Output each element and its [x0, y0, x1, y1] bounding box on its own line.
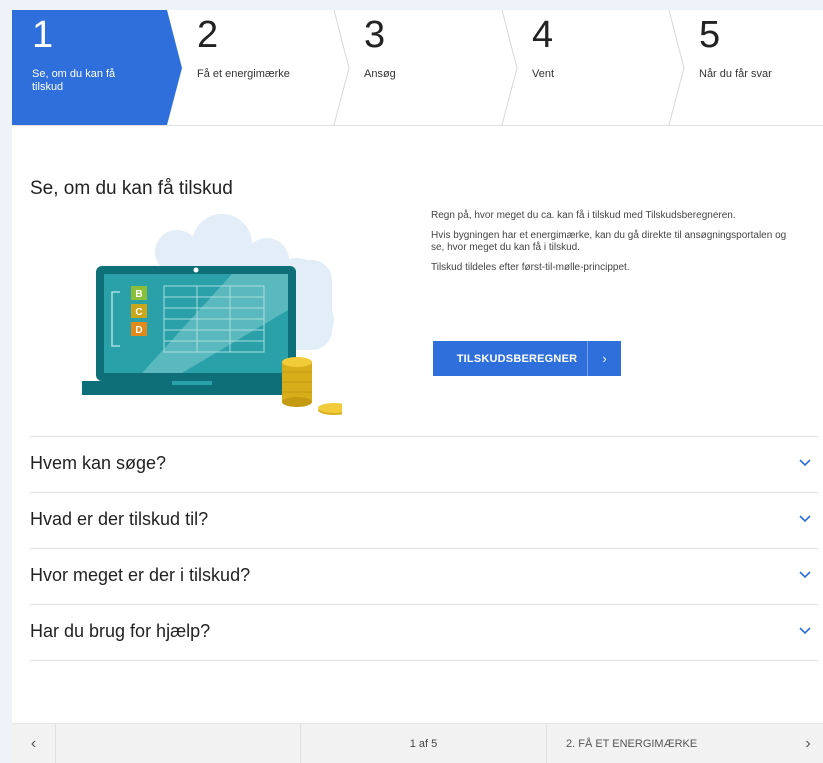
step-number: 1 — [32, 14, 54, 56]
accordion-divider — [30, 660, 818, 661]
step-pager: ‹ 1 af 5 2. FÅ ET ENERGIMÆRKE › — [12, 723, 823, 763]
step-navigation: 1 Se, om du kan få tilskud 2 Få et energ… — [12, 10, 823, 126]
step-label: Vent — [532, 68, 555, 80]
chevron-left-icon: ‹ — [30, 735, 37, 752]
accordion-title: Hvad er der tilskud til? — [30, 509, 209, 529]
chevron-down-icon — [799, 627, 811, 635]
intro-paragraph: Tilskud tildeles efter først-til-mølle-p… — [431, 262, 630, 273]
content-card: 1 Se, om du kan få tilskud 2 Få et energ… — [12, 10, 823, 763]
accordion-item[interactable]: Hvem kan søge? — [30, 436, 818, 492]
pager-divider — [546, 724, 547, 763]
accordion-item[interactable]: Har du brug for hjælp? — [30, 604, 818, 660]
energy-label-b: B — [135, 289, 142, 300]
accordion-item[interactable]: Hvad er der tilskud til? — [30, 492, 818, 548]
step-number: 2 — [197, 14, 219, 56]
intro-paragraph: Regn på, hvor meget du ca. kan få i tils… — [431, 210, 736, 221]
chevron-down-icon — [799, 459, 811, 467]
intro-paragraph: Hvis bygningen har et energimærke, kan d… — [431, 230, 787, 253]
step-label: Ansøg — [364, 68, 396, 80]
step-5[interactable]: 5 Når du får svar — [679, 10, 823, 125]
tilskudsberegner-button[interactable]: TILSKUDSBEREGNER › — [433, 341, 621, 376]
chevron-right-icon: › — [805, 735, 811, 752]
accordion-title: Hvem kan søge? — [30, 453, 167, 473]
step-4[interactable]: 4 Vent — [512, 10, 672, 125]
chevron-right-icon: › — [602, 351, 607, 366]
step-label: Få et energimærke — [197, 68, 290, 80]
intro-description: Regn på, hvor meget du ca. kan få i tils… — [431, 210, 791, 282]
next-button[interactable]: › — [793, 724, 823, 763]
step-label: Se, om du kan få tilskud — [32, 68, 116, 93]
next-step-link[interactable]: 2. FÅ ET ENERGIMÆRKE — [566, 724, 697, 763]
button-label: TILSKUDSBEREGNER — [456, 352, 578, 365]
accordion-title: Har du brug for hjælp? — [30, 621, 211, 641]
step-2[interactable]: 2 Få et energimærke — [177, 10, 337, 125]
step-3[interactable]: 3 Ansøg — [344, 10, 504, 125]
step-1[interactable]: 1 Se, om du kan få tilskud — [12, 10, 172, 125]
energy-label-c: C — [135, 307, 142, 318]
previous-button[interactable]: ‹ — [12, 724, 56, 763]
chevron-down-icon — [799, 571, 811, 579]
section-title: Se, om du kan få tilskud — [30, 178, 233, 199]
laptop-coins-illustration: B C D — [82, 214, 342, 415]
energy-label-d: D — [135, 325, 142, 336]
step-label: Når du får svar — [699, 68, 772, 80]
step-number: 4 — [532, 14, 554, 56]
step-number: 5 — [699, 14, 721, 56]
chevron-down-icon — [799, 515, 811, 523]
accordion-item[interactable]: Hvor meget er der i tilskud? — [30, 548, 818, 604]
step-number: 3 — [364, 14, 386, 56]
page-indicator: 1 af 5 — [409, 738, 438, 750]
accordion-title: Hvor meget er der i tilskud? — [30, 565, 251, 585]
